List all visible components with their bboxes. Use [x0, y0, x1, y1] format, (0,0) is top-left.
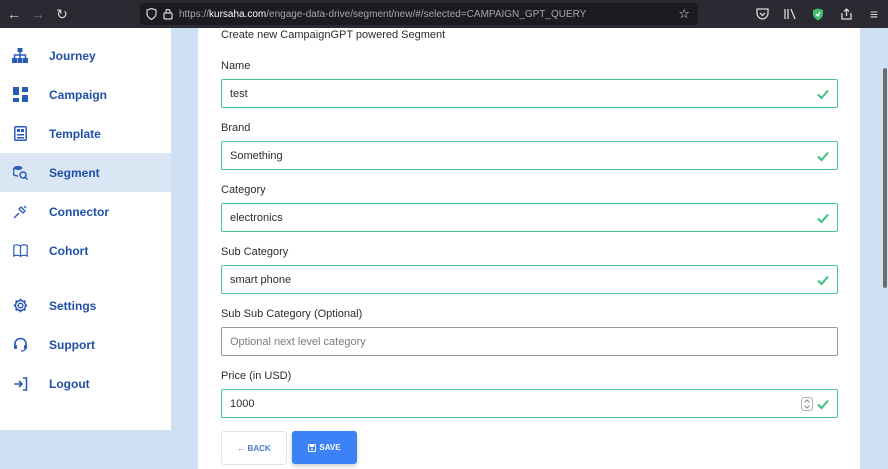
- back-arrow-icon[interactable]: ←: [4, 4, 24, 24]
- name-field[interactable]: test: [221, 79, 838, 108]
- sidebar-item-label: Connector: [49, 204, 109, 219]
- check-icon: [817, 151, 829, 162]
- sidebar-item-label: Cohort: [49, 243, 89, 258]
- floppy-disk-icon: [308, 443, 317, 452]
- name-label: Name: [221, 60, 251, 72]
- check-icon: [817, 399, 829, 410]
- price-field[interactable]: 1000: [221, 389, 838, 418]
- page-title: Create new CampaignGPT powered Segment: [221, 29, 446, 41]
- back-button[interactable]: ← BACK: [221, 431, 287, 465]
- sidebar-item-cohort[interactable]: Cohort: [0, 231, 171, 270]
- sub-sub-category-label: Sub Sub Category (Optional): [221, 308, 363, 320]
- sidebar-item-label: Settings: [49, 298, 97, 313]
- sidebar-item-template[interactable]: Template: [0, 114, 171, 153]
- template-icon: [12, 126, 28, 142]
- brand-field[interactable]: Something: [221, 141, 838, 170]
- sub-category-value: smart phone: [230, 274, 292, 286]
- book-icon: [12, 243, 28, 259]
- plug-icon: [12, 204, 28, 220]
- category-field[interactable]: electronics: [221, 203, 838, 232]
- browser-toolbar: ← → ↻ https://kursaha.com/engage-data-dr…: [0, 0, 888, 28]
- headset-icon: [12, 337, 28, 353]
- bookmark-star-icon[interactable]: ☆: [678, 6, 690, 22]
- sidebar-item-campaign[interactable]: Campaign: [0, 75, 171, 114]
- scrollbar-thumb[interactable]: [883, 68, 887, 288]
- category-value: electronics: [230, 212, 283, 224]
- logout-icon: [12, 376, 28, 392]
- sidebar: Journey Campaign Template Segment Connec…: [0, 28, 171, 430]
- sidebar-item-label: Campaign: [49, 87, 108, 102]
- reload-icon[interactable]: ↻: [52, 4, 72, 24]
- sidebar-item-segment[interactable]: Segment: [0, 153, 171, 192]
- sub-sub-category-field[interactable]: Optional next level category: [221, 327, 838, 356]
- number-spinner-icon[interactable]: [801, 397, 813, 411]
- back-button-label: ← BACK: [237, 443, 271, 453]
- sidebar-item-settings[interactable]: Settings: [0, 286, 171, 325]
- pocket-icon[interactable]: [752, 4, 772, 24]
- sidebar-item-label: Journey: [49, 48, 96, 63]
- sidebar-item-support[interactable]: Support: [0, 325, 171, 364]
- library-icon[interactable]: [780, 4, 800, 24]
- forward-arrow-icon[interactable]: →: [28, 4, 48, 24]
- check-icon: [817, 89, 829, 100]
- check-icon: [817, 275, 829, 286]
- url-bar[interactable]: https://kursaha.com/engage-data-drive/se…: [140, 3, 698, 25]
- sitemap-icon: [12, 48, 28, 64]
- check-icon: [817, 213, 829, 224]
- brand-value: Something: [230, 150, 283, 162]
- sidebar-item-connector[interactable]: Connector: [0, 192, 171, 231]
- segment-search-icon: [12, 165, 28, 181]
- sub-category-label: Sub Category: [221, 246, 289, 258]
- sidebar-item-journey[interactable]: Journey: [0, 36, 171, 75]
- price-label: Price (in USD): [221, 370, 292, 382]
- save-button-label: SAVE: [319, 443, 341, 452]
- category-label: Category: [221, 184, 266, 196]
- gear-icon: [12, 298, 28, 314]
- save-button[interactable]: SAVE: [292, 431, 357, 464]
- share-icon[interactable]: [836, 4, 856, 24]
- url-text: https://kursaha.com/engage-data-drive/se…: [179, 8, 587, 20]
- scrollbar[interactable]: [880, 28, 888, 469]
- sidebar-item-label: Template: [49, 126, 101, 141]
- lock-icon: [163, 8, 173, 20]
- sidebar-item-label: Support: [49, 337, 95, 352]
- name-value: test: [230, 88, 248, 100]
- sub-sub-category-placeholder: Optional next level category: [230, 336, 366, 348]
- sub-category-field[interactable]: smart phone: [221, 265, 838, 294]
- sidebar-item-label: Segment: [49, 165, 100, 180]
- price-value: 1000: [230, 398, 255, 410]
- brand-label: Brand: [221, 122, 251, 134]
- shield-icon: [146, 8, 157, 20]
- extension-shield-icon[interactable]: [808, 4, 828, 24]
- menu-icon[interactable]: ≡: [864, 4, 884, 24]
- sidebar-item-label: Logout: [49, 376, 90, 391]
- dashboard-icon: [12, 87, 28, 103]
- segment-form-card: Create new CampaignGPT powered Segment N…: [198, 28, 860, 469]
- sidebar-item-logout[interactable]: Logout: [0, 364, 171, 403]
